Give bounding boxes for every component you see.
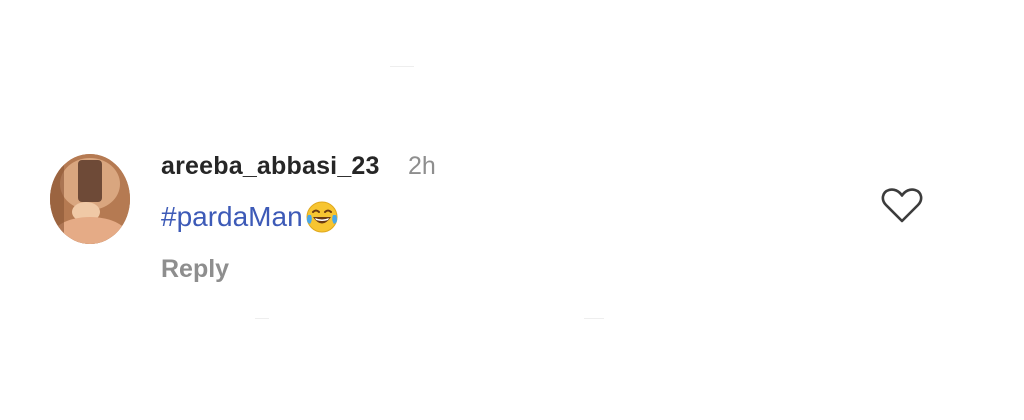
avatar-photo — [50, 154, 130, 244]
laughing-tears-emoji-icon — [306, 201, 338, 233]
avatar[interactable] — [50, 154, 130, 244]
comment-username[interactable]: areeba_abbasi_23 — [161, 152, 380, 181]
comment-item: areeba_abbasi_23 2h #pardaMan Reply — [0, 0, 1024, 420]
comment-timestamp: 2h — [408, 152, 436, 180]
hashtag-link[interactable]: #pardaMan — [161, 201, 303, 233]
comment-body: #pardaMan — [161, 200, 339, 234]
divider — [584, 318, 604, 319]
heart-outline-icon[interactable] — [880, 186, 924, 224]
divider — [255, 318, 269, 319]
divider — [390, 66, 414, 67]
reply-button[interactable]: Reply — [161, 255, 229, 284]
